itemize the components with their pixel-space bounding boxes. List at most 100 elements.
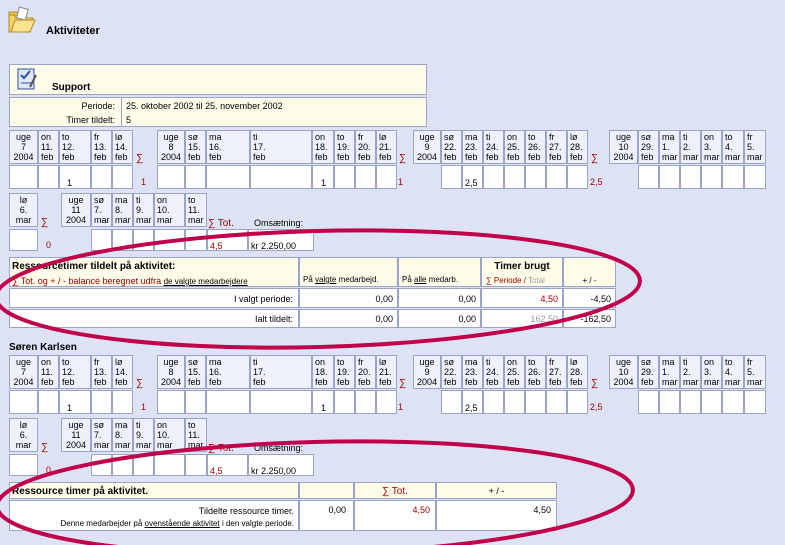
omsaetning-label: Omsætning: (254, 443, 304, 453)
sigma-icon: ∑ (41, 217, 49, 228)
day-header: ma 16. feb (206, 130, 250, 164)
hours-input[interactable] (701, 390, 722, 414)
hours-input[interactable] (185, 165, 206, 189)
hours-input[interactable] (154, 229, 185, 251)
day-header: sø 29. feb (638, 130, 659, 164)
hours-input[interactable] (525, 165, 546, 189)
day-header: sø 22. feb (441, 130, 462, 164)
periode-alle: 0,00 (398, 288, 481, 308)
day-header: on 25. feb (504, 130, 525, 164)
week-sum: 1 (398, 402, 404, 412)
hours-input[interactable] (355, 390, 376, 414)
day-header: fr 27. feb (546, 355, 567, 389)
hours-input[interactable] (157, 165, 185, 189)
hours-input[interactable] (744, 165, 766, 189)
week-header: uge 9 2004 (413, 130, 441, 164)
week-sum: 2,5 (590, 402, 603, 412)
hours-input[interactable] (9, 390, 38, 414)
hours-input[interactable]: 1 (59, 165, 91, 189)
hours-input[interactable] (157, 390, 185, 414)
person-tot: 4,50 (354, 500, 436, 531)
hours-input[interactable] (112, 165, 133, 189)
hours-input[interactable] (9, 165, 38, 189)
hours-input[interactable]: 1 (312, 165, 334, 189)
hours-input[interactable] (638, 165, 659, 189)
sigma-icon: ∑ (136, 378, 144, 389)
hours-input[interactable] (206, 165, 250, 189)
hours-input[interactable] (376, 390, 397, 414)
omsaetning-value: kr 2.250,00 (248, 454, 314, 476)
hours-input[interactable]: 1 (59, 390, 91, 414)
hours-input[interactable] (91, 165, 112, 189)
day-header: ti 2. mar (680, 355, 701, 389)
day-header: to 26. feb (525, 355, 546, 389)
periode-brugt: 4,50 (481, 288, 563, 308)
hours-input[interactable] (546, 390, 567, 414)
hours-input[interactable] (659, 165, 680, 189)
total-valgte: 0,00 (299, 309, 398, 328)
week-header: uge 11 2004 (61, 193, 91, 227)
day-header: fr 20. feb (355, 130, 376, 164)
hours-input[interactable] (680, 390, 701, 414)
hours-input[interactable]: 1 (312, 390, 334, 414)
day-header: sø 7. mar (91, 418, 112, 452)
hours-input[interactable] (133, 454, 154, 476)
hours-input[interactable] (680, 165, 701, 189)
week-header: uge 7 2004 (9, 130, 38, 164)
hours-input[interactable] (334, 390, 355, 414)
hours-input[interactable] (483, 165, 504, 189)
day-header: to 11. mar (185, 193, 207, 227)
hours-input[interactable] (701, 165, 722, 189)
hours-input[interactable] (376, 165, 397, 189)
col-timer-brugt: Timer brugt ∑ Periode / Total (481, 257, 563, 287)
omsaetning-label: Omsætning: (254, 218, 304, 228)
hours-input[interactable] (9, 229, 38, 251)
hours-input[interactable] (91, 454, 112, 476)
day-header: to 19. feb (334, 130, 355, 164)
hours-input[interactable] (185, 229, 207, 251)
hours-input[interactable] (38, 165, 59, 189)
hours-input[interactable] (441, 165, 462, 189)
hours-input[interactable] (38, 390, 59, 414)
hours-input[interactable] (567, 165, 588, 189)
hours-input[interactable] (722, 165, 744, 189)
hours-input[interactable] (504, 390, 525, 414)
hours-input[interactable] (334, 165, 355, 189)
hours-input[interactable] (185, 454, 207, 476)
hours-input[interactable] (638, 390, 659, 414)
sigma-icon: ∑ (41, 442, 49, 453)
hours-input[interactable] (112, 454, 133, 476)
hours-input[interactable] (567, 390, 588, 414)
hours-input[interactable] (112, 390, 133, 414)
hours-input[interactable] (133, 229, 154, 251)
hours-input[interactable] (9, 454, 38, 476)
periode-valgte: 0,00 (299, 288, 398, 308)
hours-input[interactable] (250, 165, 312, 189)
hours-input[interactable] (112, 229, 133, 251)
hours-input[interactable] (659, 390, 680, 414)
hours-input[interactable] (250, 390, 312, 414)
hours-input[interactable] (185, 390, 206, 414)
day-header: fr 5. mar (744, 355, 766, 389)
week-header: uge 11 2004 (61, 418, 91, 452)
hours-input[interactable] (546, 165, 567, 189)
hours-input[interactable] (91, 229, 112, 251)
hours-input[interactable] (744, 390, 766, 414)
hours-input[interactable] (722, 390, 744, 414)
hours-input[interactable] (441, 390, 462, 414)
hours-input[interactable] (91, 390, 112, 414)
hours-input[interactable] (154, 454, 185, 476)
hours-input[interactable]: 2,5 (462, 390, 483, 414)
day-header: ti 24. feb (483, 355, 504, 389)
hours-input[interactable] (504, 165, 525, 189)
person-col-balance: + / - (436, 482, 557, 499)
hours-input[interactable] (483, 390, 504, 414)
sigma-icon: ∑ (136, 153, 144, 164)
hours-input[interactable] (206, 390, 250, 414)
hours-input[interactable]: 2,5 (462, 165, 483, 189)
hours-input[interactable] (355, 165, 376, 189)
page-title: Aktiviteter (46, 25, 100, 37)
omsaetning-value: kr 2.250,00 (248, 229, 314, 251)
hours-input[interactable] (525, 390, 546, 414)
total-label: ∑ Tot. (208, 218, 234, 229)
